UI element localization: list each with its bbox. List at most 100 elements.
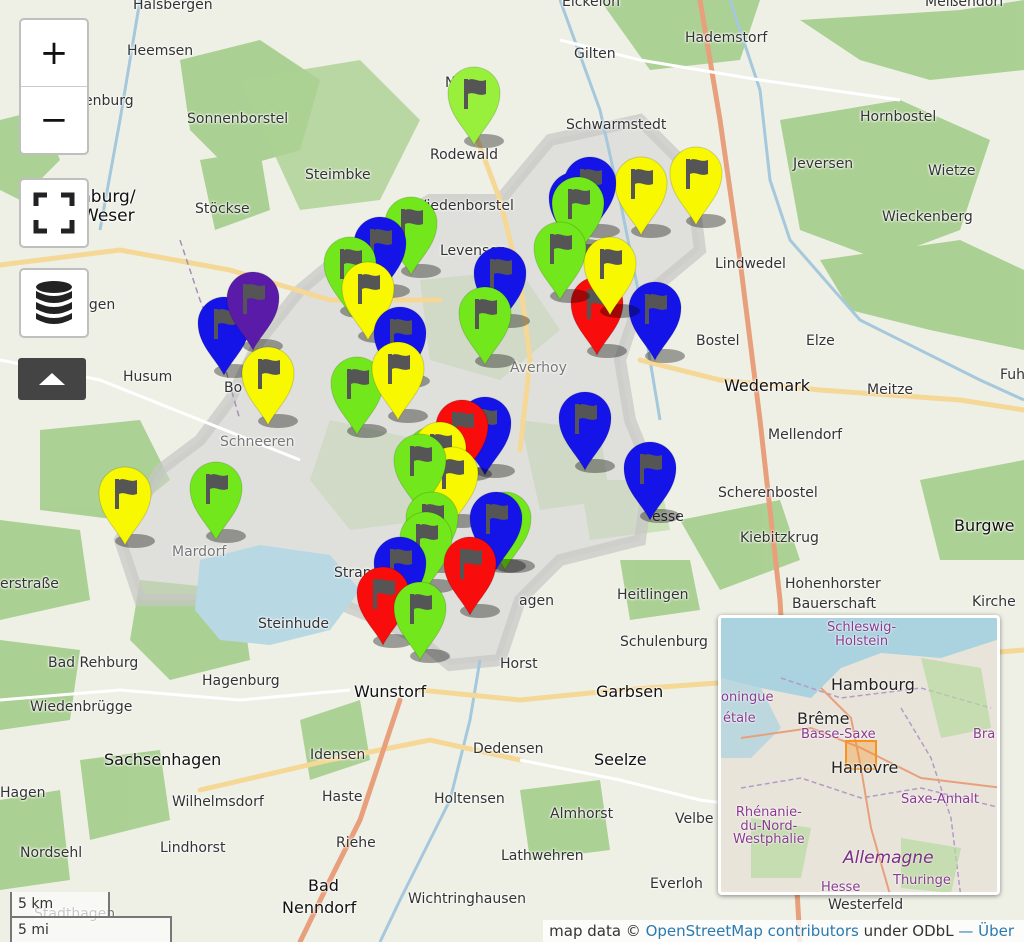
minimap-label-hanovre: Hanovre: [831, 758, 899, 777]
place-label: Steimbke: [305, 167, 371, 183]
flag-marker-icon: [623, 441, 680, 523]
fullscreen-button[interactable]: [19, 178, 89, 248]
map-marker[interactable]: [555, 388, 615, 474]
place-label: Nordsehl: [20, 845, 83, 861]
zoom-out-button[interactable]: −: [21, 87, 87, 153]
place-label: Hagen: [0, 785, 46, 801]
osm-contributors-link[interactable]: OpenStreetMap contributors: [646, 922, 859, 940]
place-label: Schneeren: [220, 434, 295, 450]
place-label: Wieckenberg: [882, 209, 973, 225]
place-label: Schwarmstedt: [566, 117, 667, 133]
place-label: Gilten: [574, 46, 616, 62]
flag-marker-icon: [393, 581, 450, 663]
place-label: agen: [519, 593, 554, 609]
place-label: Steinhude: [258, 616, 329, 632]
place-label: Lathwehren: [501, 848, 584, 864]
layers-button[interactable]: [19, 268, 89, 338]
map-marker[interactable]: [95, 463, 155, 549]
place-label: Wiedenbrügge: [30, 699, 133, 715]
place-label: Nenndorf: [282, 898, 357, 917]
place-label: Schulenburg: [620, 634, 708, 650]
minimap-label-schleswig: Schleswig- Holstein: [827, 620, 897, 649]
zoom-in-button[interactable]: +: [21, 20, 87, 86]
map-marker[interactable]: [580, 233, 640, 319]
place-label: Meißendorf: [925, 0, 1005, 10]
place-label: Horst: [500, 656, 538, 672]
place-label: Mellendorf: [768, 427, 843, 443]
place-label: Lindhorst: [160, 840, 226, 856]
place-label: Halsbergen: [133, 0, 213, 13]
flag-marker-icon: [447, 66, 504, 148]
place-label: Elze: [806, 333, 835, 349]
flag-marker-icon: [558, 391, 615, 473]
attribution-prefix: map data ©: [549, 922, 646, 940]
place-label: Lindwedel: [715, 256, 786, 272]
map-marker[interactable]: [368, 338, 428, 424]
place-label: Idensen: [310, 747, 366, 763]
place-label: Mardorf: [172, 544, 227, 560]
place-label: Meitze: [867, 382, 914, 398]
zoom-control: + −: [19, 18, 89, 155]
place-label: Stöckse: [195, 201, 250, 217]
flag-marker-icon: [98, 466, 155, 548]
place-label: Rodewald: [430, 147, 498, 163]
flag-marker-icon: [189, 461, 246, 543]
place-label: Husum: [123, 369, 173, 385]
place-label: Velbe: [675, 811, 714, 827]
minimap-label-hamburg: Hambourg: [831, 675, 915, 694]
place-label: Bad: [308, 876, 339, 895]
overview-minimap[interactable]: Schleswig- Holstein Hambourg Brême Basse…: [718, 615, 1000, 895]
map-marker[interactable]: [238, 343, 298, 429]
place-label: Everloh: [650, 876, 703, 892]
attribution-middle: under ODbL: [858, 922, 959, 940]
place-label: Sonnenborstel: [187, 111, 289, 127]
fullscreen-icon: [33, 192, 75, 234]
flag-marker-icon: [458, 286, 515, 368]
flag-marker-icon: [669, 146, 726, 228]
place-label: Dedensen: [473, 741, 544, 757]
place-label: Almhorst: [550, 806, 614, 822]
minimap-label-etale: étale: [723, 711, 756, 726]
place-label: Burgwe: [954, 516, 1015, 535]
collapse-toggle-button[interactable]: [18, 358, 86, 400]
minimap-label-bremen: Brême: [797, 709, 850, 728]
place-label: enburg: [84, 93, 134, 109]
place-label: Seelze: [594, 750, 647, 769]
minimap-label-groningue: oningue: [721, 690, 774, 705]
place-label: Wietze: [928, 163, 976, 179]
place-label: erstraße: [0, 576, 59, 592]
place-label: Wunstorf: [354, 682, 427, 701]
minimap-label-hesse: Hesse: [821, 880, 861, 895]
map-marker[interactable]: [666, 143, 726, 229]
database-layers-icon: [36, 281, 72, 324]
map-marker[interactable]: [620, 438, 680, 524]
triangle-up-icon: [39, 373, 65, 385]
place-label: Jeversen: [793, 156, 854, 172]
place-label: Wichtringhausen: [408, 891, 526, 907]
map-marker[interactable]: [611, 153, 671, 239]
flag-marker-icon: [583, 236, 640, 318]
map-marker[interactable]: [455, 283, 515, 369]
place-label: Hademstorf: [685, 30, 768, 46]
map-marker[interactable]: [223, 268, 283, 354]
place-label: Bauerschaft: [792, 596, 877, 612]
place-label: Weser: [82, 206, 135, 226]
map-marker[interactable]: [186, 458, 246, 544]
place-label: Hohenhorster: [785, 576, 881, 592]
place-label: Heitlingen: [617, 587, 689, 603]
place-label: Kirche: [972, 594, 1016, 610]
map-attribution: map data © OpenStreetMap contributors un…: [543, 920, 1024, 942]
about-link[interactable]: — Über: [958, 922, 1014, 940]
place-label: Heemsen: [127, 43, 194, 59]
place-label: Wilhelmsdorf: [172, 794, 264, 810]
map-marker[interactable]: [390, 578, 450, 664]
place-label: Bostel: [696, 333, 740, 349]
place-label: Kiebitzkrug: [740, 530, 819, 546]
place-label: Riehe: [336, 835, 376, 851]
flag-marker-icon: [241, 346, 298, 428]
minimap-label-thuringe: Thuringe: [893, 873, 951, 888]
scale-km: 5 km: [10, 892, 110, 918]
map-canvas[interactable]: Halsbergen Eickeloh Meißendorf Heemsen Gilte…: [0, 0, 1024, 942]
scale-mi: 5 mi: [10, 916, 172, 942]
map-marker[interactable]: [444, 63, 504, 149]
